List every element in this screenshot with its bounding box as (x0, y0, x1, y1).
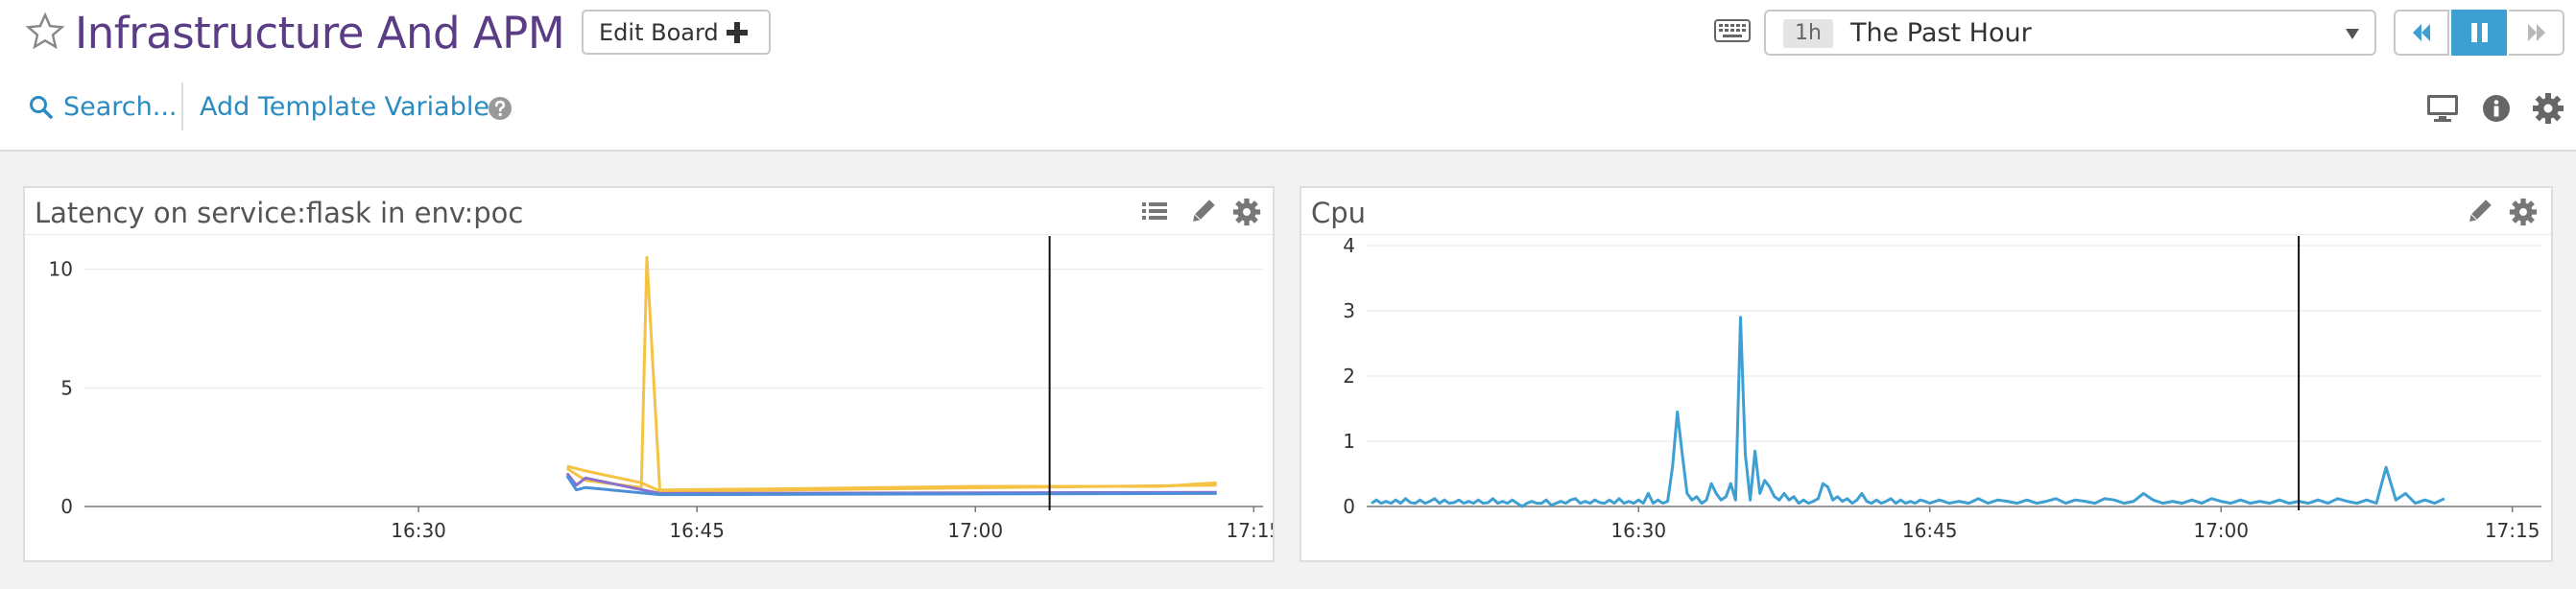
fast-forward-button[interactable] (2509, 10, 2564, 56)
x-tick-label: 16:45 (669, 519, 725, 542)
x-tick-label: 17:00 (2193, 519, 2249, 542)
time-badge: 1h (1783, 19, 1833, 48)
pause-button[interactable] (2451, 10, 2507, 56)
search-button[interactable]: Search... (29, 92, 178, 122)
timeframe-select[interactable]: 1h The Past Hour (1764, 10, 2376, 56)
x-tick-label: 17:15 (2485, 519, 2540, 542)
top-bar: Infrastructure And APM Edit Board 1h The… (0, 0, 2576, 152)
plus-icon (727, 22, 748, 43)
series-line (566, 464, 1217, 493)
x-tick-label: 17:00 (947, 519, 1003, 542)
x-tick-label: 16:30 (1610, 519, 1666, 542)
list-icon[interactable] (1140, 198, 1169, 226)
edit-board-label: Edit Board (599, 18, 719, 46)
x-tick-label: 17:15 (1227, 519, 1273, 542)
fast-forward-icon (2528, 24, 2545, 41)
cpu-chart: 0 1 2 3 4 16:30 16:45 17:00 17:15 (1343, 236, 2541, 542)
latency-widget: Latency on service:flask in env:poc 0 5 10… (23, 186, 1275, 562)
y-tick-label: 1 (1343, 430, 1355, 453)
time-label: The Past Hour (1850, 18, 2032, 48)
pause-icon (2471, 23, 2488, 42)
rewind-icon (2413, 24, 2430, 41)
series-line (565, 255, 1217, 492)
tv-icon[interactable] (2426, 94, 2459, 123)
x-tick-label: 16:30 (391, 519, 446, 542)
y-tick-label: 0 (60, 495, 73, 518)
widget-header-divider (25, 234, 1273, 235)
search-label: Search... (63, 92, 178, 122)
series-line (1371, 316, 2445, 508)
search-icon (30, 95, 53, 119)
help-icon[interactable] (488, 96, 513, 121)
board-title: Infrastructure And APM (75, 8, 565, 59)
y-tick-label: 4 (1343, 236, 1355, 257)
pencil-icon[interactable] (2465, 198, 2493, 226)
y-tick-label: 0 (1343, 495, 1355, 518)
widget-title: Cpu (1311, 197, 1367, 229)
latency-chart: 0 5 10 16:30 16:45 17:00 17:15 (49, 236, 1273, 542)
gear-icon[interactable] (2532, 92, 2564, 125)
add-template-variables-link[interactable]: Add Template Variables (200, 92, 503, 122)
star-icon[interactable] (25, 12, 65, 52)
y-tick-label: 2 (1343, 365, 1355, 388)
cpu-widget: Cpu 0 1 2 3 4 16:30 16:45 17:00 17:15 (1300, 186, 2553, 562)
edit-board-button[interactable]: Edit Board (582, 10, 771, 55)
widget-title: Latency on service:flask in env:poc (35, 197, 524, 229)
y-tick-label: 3 (1343, 299, 1355, 322)
widget-header-divider (1301, 234, 2551, 235)
x-tick-label: 16:45 (1902, 519, 1958, 542)
divider (181, 82, 183, 130)
y-tick-label: 5 (60, 376, 73, 399)
chevron-down-icon (2346, 29, 2359, 39)
pencil-icon[interactable] (1188, 198, 1217, 226)
gear-icon[interactable] (2509, 198, 2538, 226)
y-tick-label: 10 (49, 258, 73, 281)
gear-icon[interactable] (1232, 198, 1261, 226)
info-icon[interactable] (2482, 94, 2511, 123)
keyboard-icon[interactable] (1714, 19, 1751, 42)
rewind-button[interactable] (2394, 10, 2449, 56)
